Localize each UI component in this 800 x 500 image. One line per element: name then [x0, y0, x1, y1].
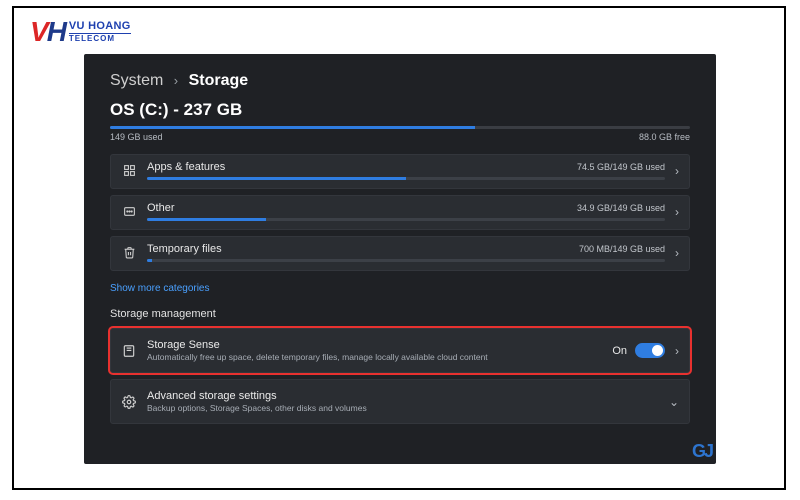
drive-free-label: 88.0 GB free	[639, 132, 690, 142]
chevron-down-icon[interactable]: ⌄	[669, 395, 679, 409]
category-usage-bar	[147, 177, 665, 180]
chevron-right-icon[interactable]: ›	[675, 344, 679, 358]
drive-used-label: 149 GB used	[110, 132, 163, 142]
chevron-right-icon[interactable]: ›	[675, 246, 679, 260]
category-name: Apps & features	[147, 161, 225, 173]
storage-category-row[interactable]: Apps & features 74.5 GB/149 GB used ›	[110, 154, 690, 189]
breadcrumb-current: Storage	[189, 72, 249, 89]
drive-title: OS (C:) - 237 GB	[110, 100, 690, 120]
drive-usage-bar	[110, 126, 690, 129]
watermark-icon: GJ	[692, 441, 712, 462]
show-more-categories-link[interactable]: Show more categories	[110, 283, 210, 294]
other-icon	[121, 205, 137, 218]
storage-sense-row[interactable]: Storage Sense Automatically free up spac…	[110, 328, 690, 373]
breadcrumb-parent[interactable]: System	[110, 72, 163, 89]
chevron-right-icon[interactable]: ›	[675, 205, 679, 219]
storage-sense-icon	[121, 344, 137, 358]
storage-sense-toggle[interactable]	[635, 343, 665, 358]
document-frame: VH VU HOANG TELECOM System › Storage OS …	[12, 6, 786, 490]
trash-icon	[121, 246, 137, 259]
category-usage-label: 700 MB/149 GB used	[579, 244, 665, 254]
grid-icon	[121, 164, 137, 177]
category-usage-bar	[147, 218, 665, 221]
category-usage-bar	[147, 259, 665, 262]
storage-category-row[interactable]: Other 34.9 GB/149 GB used ›	[110, 195, 690, 230]
category-name: Temporary files	[147, 243, 222, 255]
logo-line2: TELECOM	[69, 33, 131, 43]
category-usage-label: 74.5 GB/149 GB used	[577, 162, 665, 172]
breadcrumb[interactable]: System › Storage	[110, 72, 690, 90]
vuhoang-mark-icon: VH	[30, 18, 65, 46]
category-usage-label: 34.9 GB/149 GB used	[577, 203, 665, 213]
advanced-storage-title: Advanced storage settings	[147, 390, 659, 402]
storage-category-row[interactable]: Temporary files 700 MB/149 GB used ›	[110, 236, 690, 271]
advanced-storage-row[interactable]: Advanced storage settings Backup options…	[110, 379, 690, 424]
storage-management-header: Storage management	[110, 308, 690, 320]
vuhoang-logo: VH VU HOANG TELECOM	[30, 18, 131, 46]
storage-sense-title: Storage Sense	[147, 339, 602, 351]
logo-line1: VU HOANG	[69, 21, 131, 32]
category-name: Other	[147, 202, 175, 214]
storage-sense-state-label: On	[612, 345, 627, 357]
settings-window: System › Storage OS (C:) - 237 GB 149 GB…	[84, 54, 716, 464]
storage-sense-desc: Automatically free up space, delete temp…	[147, 352, 602, 362]
gear-icon	[121, 395, 137, 409]
advanced-storage-desc: Backup options, Storage Spaces, other di…	[147, 403, 659, 413]
chevron-right-icon: ›	[174, 73, 178, 88]
chevron-right-icon[interactable]: ›	[675, 164, 679, 178]
